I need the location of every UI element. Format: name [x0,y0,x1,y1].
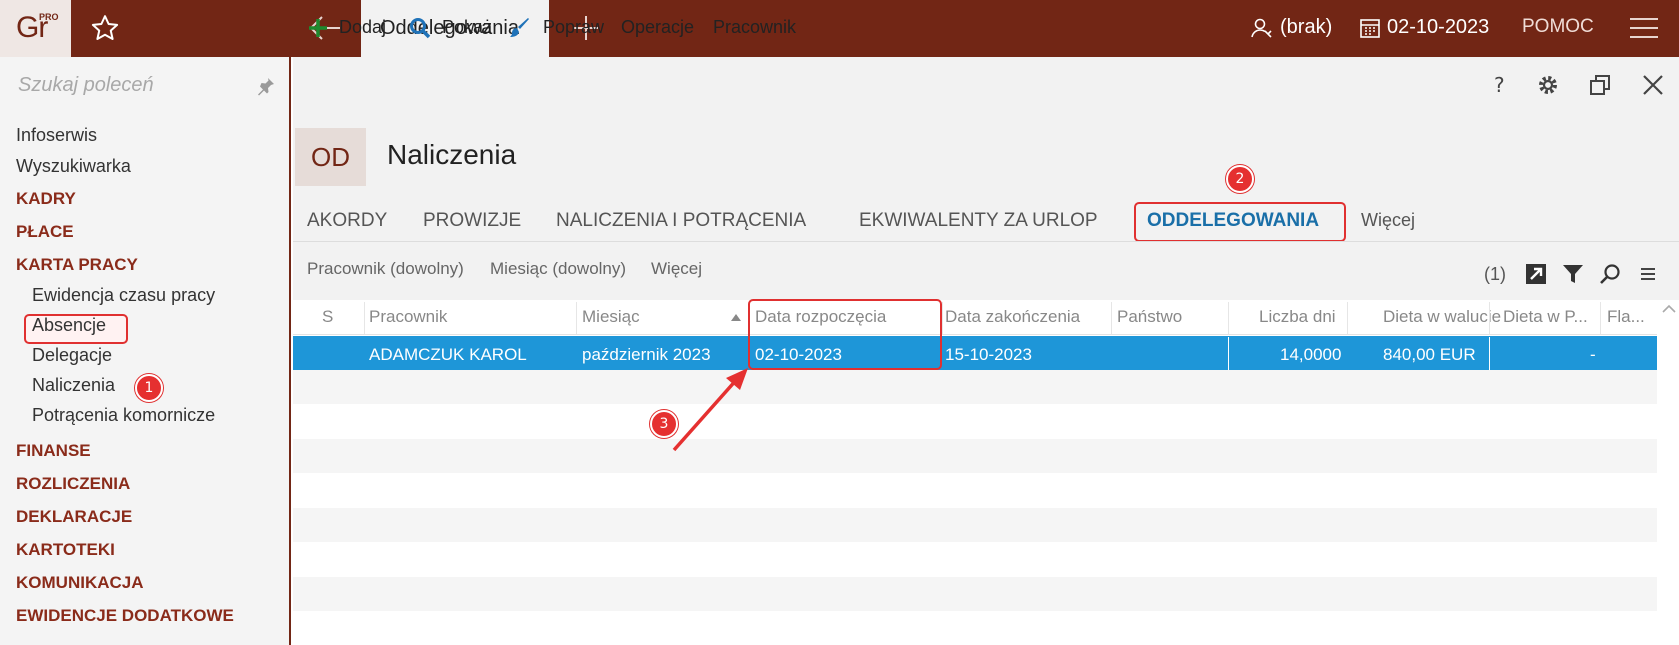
sidebar-item-naliczenia[interactable]: Naliczenia [32,375,115,396]
module-badge: OD [295,128,366,186]
table-row-empty [293,370,1657,404]
search-grid-icon[interactable] [1598,262,1622,286]
tab-naliczenia-i-potracenia[interactable]: NALICZENIA I POTRĄCENIA [556,210,806,232]
table-row-empty [293,508,1657,542]
sidebar-section-kartoteki[interactable]: KARTOTEKI [16,540,115,560]
sidebar-item-infoserwis[interactable]: Infoserwis [16,125,97,146]
menu-icon[interactable] [1630,17,1658,39]
column-highlight-box [748,299,942,370]
tab-highlight-box [1134,202,1346,242]
annotation-badge-1: 1 [135,374,163,402]
table-row-empty [293,439,1657,473]
add-icon[interactable] [306,16,330,40]
annotation-arrow-icon [672,368,748,452]
col-divider [1111,302,1112,334]
sidebar-section-deklaracje[interactable]: DEKLARACJE [16,507,132,527]
filter-employee[interactable]: Pracownik (dowolny) [307,259,464,279]
col-dieta-w-pln[interactable]: Dieta w P... [1503,307,1588,327]
cell-days[interactable]: 14,0000 [1280,345,1341,365]
col-flaga[interactable]: Fla... [1607,307,1645,327]
annotation-badge-2: 2 [1226,165,1254,193]
cell-diet-currency[interactable]: 840,00 EUR [1383,345,1476,365]
sidebar-section-komunikacja[interactable]: KOMUNIKACJA [16,573,144,593]
col-pracownik[interactable]: Pracownik [369,307,447,327]
cell-employee[interactable]: ADAMCZUK KAROL [369,345,527,365]
col-divider [364,302,365,334]
gear-icon[interactable] [1536,73,1560,97]
col-divider [576,302,577,334]
tab-divider [293,241,1679,242]
tab-prowizje[interactable]: PROWIZJE [423,210,521,232]
sidebar-item-wyszukiwarka[interactable]: Wyszukiwarka [16,156,131,177]
add-button[interactable]: Dodaj [339,17,386,38]
calendar-icon[interactable] [1359,17,1381,39]
cell-diet-pln[interactable]: - [1590,345,1596,365]
col-miesiac[interactable]: Miesiąc [582,307,640,327]
sidebar-section-rozliczenia[interactable]: ROZLICZENIA [16,474,130,494]
working-date[interactable]: 02-10-2023 [1387,16,1489,39]
user-icon[interactable] [1250,16,1274,40]
operations-menu[interactable]: Operacje [621,17,694,38]
sidebar-item-ewidencja[interactable]: Ewidencja czasu pracy [32,285,215,306]
col-divider [1489,302,1490,334]
col-data-zakonczenia[interactable]: Data zakończenia [945,307,1080,327]
top-bar: Gr PRO Oddelegowania (brak) 02-10-2023 P… [0,0,1679,57]
employee-menu[interactable]: Pracownik [713,17,796,38]
filter-month[interactable]: Miesiąc (dowolny) [490,259,626,279]
col-liczba-dni[interactable]: Liczba dni [1259,307,1336,327]
filter-icon[interactable] [1561,262,1585,286]
star-icon[interactable] [90,13,120,43]
col-s[interactable]: S [322,307,333,327]
scroll-up-icon[interactable] [1660,300,1678,318]
logo-badge: PRO [39,12,59,22]
col-panstwo[interactable]: Państwo [1117,307,1182,327]
action-toolbar [293,57,1679,114]
help-icon[interactable]: ? [1488,72,1512,96]
page-title: Naliczenia [387,139,517,170]
user-name[interactable]: (brak) [1280,16,1332,39]
sidebar-section-place[interactable]: PŁACE [16,222,74,242]
table-row-empty [293,577,1657,611]
cell-divider [1228,337,1229,370]
col-divider [1347,302,1348,334]
restore-window-icon[interactable] [1588,73,1612,97]
edit-button[interactable]: Popraw [543,17,604,38]
col-divider [1228,302,1229,334]
tab-ekwiwalenty[interactable]: EKWIWALENTY ZA URLOP [859,210,1098,232]
record-count: (1) [1484,264,1506,284]
command-search-input[interactable]: Szukaj poleceń [18,74,154,97]
tab-akordy[interactable]: AKORDY [307,210,387,232]
cell-divider [1489,337,1490,370]
col-dieta-w-walucie[interactable]: Dieta w walucie [1383,307,1501,327]
sidebar-section-kadry[interactable]: KADRY [16,189,76,209]
sidebar-section-karta-pracy[interactable]: KARTA PRACY [16,255,138,275]
sidebar-section-finanse[interactable]: FINANSE [16,441,91,461]
help-button[interactable]: POMOC [1522,16,1594,38]
filter-more[interactable]: Więcej [651,259,702,279]
sidebar-section-ewidencje-dodatkowe[interactable]: EWIDENCJE DODATKOWE [16,606,234,626]
svg-text:?: ? [1494,73,1505,96]
col-divider [1600,302,1601,334]
sidebar-item-delegacje[interactable]: Delegacje [32,345,112,366]
sidebar-item-absencje[interactable]: Absencje [32,315,106,336]
list-options-icon[interactable] [1636,262,1660,286]
app-logo[interactable]: Gr PRO [0,0,71,57]
show-button[interactable]: Pokaż [442,17,492,38]
tab-more[interactable]: Więcej [1361,210,1415,231]
brush-icon[interactable] [508,16,532,40]
export-icon[interactable] [1524,262,1548,286]
col-divider [942,302,943,334]
search-icon[interactable] [408,16,432,40]
sort-asc-icon [731,314,741,321]
pin-icon[interactable] [256,76,276,96]
cell-end-date[interactable]: 15-10-2023 [945,345,1032,365]
close-icon[interactable] [1641,73,1665,97]
sidebar-item-potracenia[interactable]: Potrącenia komornicze [32,405,215,426]
